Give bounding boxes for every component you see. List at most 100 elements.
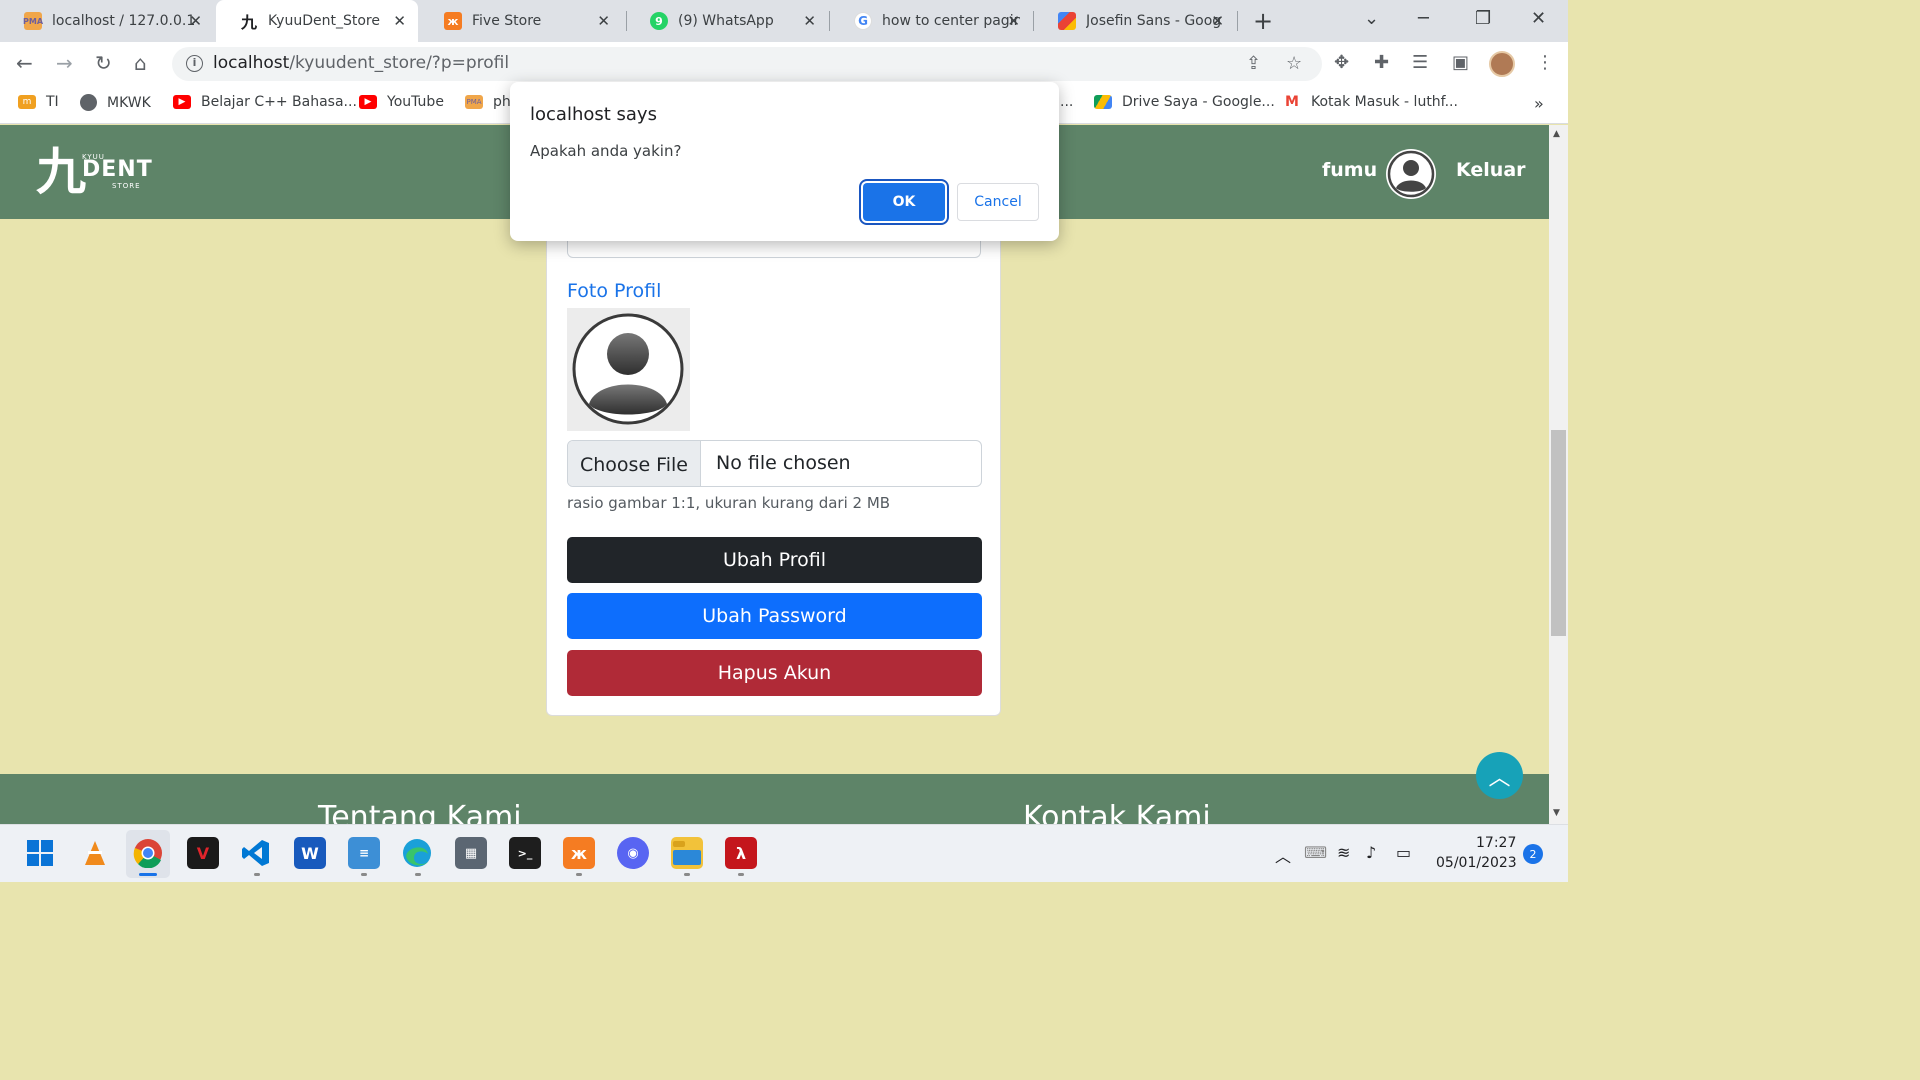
side-panel-icon[interactable]: ▣ [1452,52,1469,73]
choose-file-button[interactable]: Choose File [568,441,701,486]
vlc-icon[interactable] [79,837,111,869]
file-explorer-icon[interactable] [671,837,703,869]
dialog-cancel-button[interactable]: Cancel [957,183,1039,221]
windows-start-icon[interactable] [24,837,56,869]
extensions-icon[interactable]: ✚ [1374,52,1389,73]
url-text[interactable]: localhost/kyuudent_store/?p=profil [213,53,509,73]
site-footer: Tentang Kami Kontak Kami [0,774,1549,824]
user-avatar-icon[interactable] [1386,149,1436,199]
reload-icon[interactable]: ↻ [95,51,112,75]
back-icon[interactable]: ← [16,51,33,75]
profile-card: @ Foto Profil Choose File No file chosen… [546,218,1001,716]
forward-icon[interactable]: → [56,51,73,75]
bookmark-youtube[interactable]: ▶ YouTube [359,94,444,110]
dialog-ok-button[interactable]: OK [863,183,945,221]
dialog-title: localhost says [530,104,657,125]
site-logo[interactable]: 九 KYUU DENT STORE [36,143,152,203]
close-tab-icon[interactable]: ✕ [1211,12,1224,30]
wifi-icon[interactable]: ≋ [1337,843,1350,862]
tab-kyuudent-store[interactable]: 九 KyuuDent_Store ✕ [216,0,418,42]
profile-avatar-icon[interactable] [1489,51,1515,77]
vscode-icon[interactable] [240,837,272,869]
restore-icon[interactable]: ❐ [1475,8,1491,29]
running-indicator [738,873,744,876]
scrollbar-thumb[interactable] [1551,430,1566,636]
header-username[interactable]: fumu [1322,159,1377,181]
bookmark-ti[interactable]: m TI [18,94,59,110]
gmail-icon: M [1283,94,1301,110]
photo-hint: rasio gambar 1:1, ukuran kurang dari 2 M… [567,494,891,512]
chrome-icon[interactable] [132,837,164,869]
youtube-icon: ▶ [359,95,377,109]
discord-icon[interactable]: ◉ [617,837,649,869]
edit-profile-button[interactable]: Ubah Profil [567,537,982,583]
close-tab-icon[interactable]: ✕ [1007,12,1020,30]
home-icon[interactable]: ⌂ [134,51,147,75]
calculator-icon[interactable]: ▦ [455,837,487,869]
scroll-up-icon[interactable]: ▲ [1553,129,1560,139]
bookmark-belajar-cpp[interactable]: ▶ Belajar C++ Bahasa... [173,94,357,110]
minimize-icon[interactable]: ─ [1418,8,1429,29]
profile-photo [567,308,690,431]
bookmark-ph[interactable]: PMA ph [465,94,511,110]
delete-account-button[interactable]: Hapus Akun [567,650,982,696]
close-tab-icon[interactable]: ✕ [393,12,406,30]
share-icon[interactable]: ⇪ [1246,53,1261,74]
language-bar-icon[interactable]: ⌨ [1304,843,1327,862]
kyuudent-icon: 九 [240,13,257,32]
bookmarks-overflow-icon[interactable]: » [1534,94,1544,113]
close-tab-icon[interactable]: ✕ [803,12,816,30]
word-icon[interactable]: W [294,837,326,869]
logout-link[interactable]: Keluar [1456,159,1526,181]
phpmyadmin-icon: PMA [465,95,483,109]
move-tool-icon[interactable]: ✥ [1334,52,1349,73]
tab-google-search[interactable]: G how to center pagin ✕ [830,0,1032,42]
running-indicator [684,873,690,876]
battery-icon[interactable]: ▭ [1396,843,1411,862]
media-control-icon[interactable]: ☰ [1412,52,1428,73]
footer-about-heading: Tentang Kami [318,800,522,824]
xampp-icon[interactable]: ж [563,837,595,869]
close-tab-icon[interactable]: ✕ [189,12,202,30]
valorant-icon[interactable]: V [187,837,219,869]
confirm-dialog: localhost says Apakah anda yakin? OK Can… [510,82,1059,241]
bookmark-google-drive[interactable]: Drive Saya - Google... [1094,94,1275,110]
google-drive-icon [1094,95,1112,109]
tray-overflow-chevron-icon[interactable]: ︿ [1275,843,1291,867]
tab-google-fonts[interactable]: Josefin Sans - Goog ✕ [1034,0,1236,42]
address-toolbar: ← → ↻ ⌂ i localhost/kyuudent_store/?p=pr… [0,42,1568,86]
page-scrollbar[interactable]: ▲ ▼ [1549,125,1568,824]
bookmark-star-icon[interactable]: ☆ [1286,53,1302,74]
notepad-icon[interactable]: ≡ [348,837,380,869]
close-window-icon[interactable]: ✕ [1531,8,1546,29]
notification-badge[interactable]: 2 [1523,844,1543,864]
active-indicator [139,873,157,876]
bookmark-mkwk[interactable]: MKWK [80,94,151,111]
bookmark-truncated[interactable]: ... [1060,94,1073,110]
terminal-icon[interactable]: >_ [509,837,541,869]
bookmark-gmail[interactable]: M Kotak Masuk - luthf... [1283,94,1458,110]
acrobat-icon[interactable]: λ [725,837,757,869]
user-placeholder-icon [572,313,684,425]
back-to-top-button[interactable]: ︿ [1476,752,1523,799]
change-password-button[interactable]: Ubah Password [567,593,982,639]
google-icon: G [854,12,872,30]
menu-kebab-icon[interactable]: ⋮ [1536,52,1554,73]
footer-contact-heading: Kontak Kami [1023,800,1211,824]
volume-icon[interactable]: ♪ [1366,843,1376,862]
tab-five-store[interactable]: ж Five Store ✕ [420,0,622,42]
scroll-down-icon[interactable]: ▼ [1553,808,1560,818]
site-info-icon[interactable]: i [186,55,203,72]
clock-date[interactable]: 05/01/2023 [1436,855,1517,871]
photo-file-input[interactable]: Choose File No file chosen [567,440,982,487]
clock-time[interactable]: 17:27 [1476,835,1516,851]
close-tab-icon[interactable]: ✕ [597,12,610,30]
chevron-up-icon: ︿ [1488,765,1511,791]
edge-icon[interactable] [401,837,433,869]
tab-whatsapp[interactable]: 9 (9) WhatsApp ✕ [626,0,828,42]
tab-localhost[interactable]: PMA localhost / 127.0.0.1 ✕ [0,0,214,42]
tab-search-chevron-icon[interactable]: ⌄ [1364,8,1379,29]
url-bar[interactable]: i localhost/kyuudent_store/?p=profil ⇪ ☆ [172,47,1322,81]
new-tab-icon[interactable]: + [1253,7,1273,35]
windows-taskbar: V W ≡ ▦ >_ ж ◉ λ ︿ ⌨ ≋ ♪ ▭ 17:27 05/01/2… [0,824,1568,882]
